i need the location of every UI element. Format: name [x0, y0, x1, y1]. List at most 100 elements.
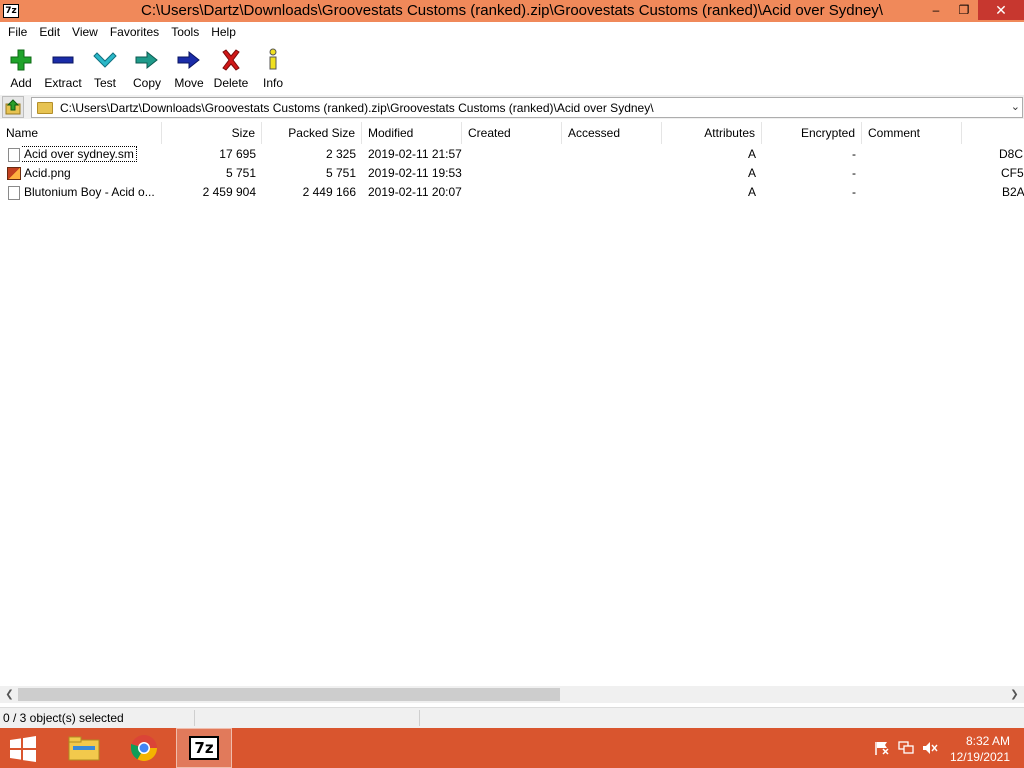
column-header: Name Size Packed Size Modified Created A…: [0, 122, 1024, 144]
file-encrypted: -: [852, 166, 856, 180]
address-bar: C:\Users\Dartz\Downloads\Groovestats Cus…: [0, 95, 1024, 119]
address-path: C:\Users\Dartz\Downloads\Groovestats Cus…: [60, 100, 654, 115]
volume-muted-icon[interactable]: [922, 741, 938, 755]
up-arrow-icon: [5, 99, 21, 115]
taskbar-file-explorer[interactable]: [56, 728, 112, 768]
table-row[interactable]: Acid over sydney.sm 17 695 2 325 2019-02…: [0, 145, 1024, 164]
taskbar-chrome[interactable]: [116, 728, 172, 768]
file-name: Acid over sydney.sm: [22, 146, 137, 162]
column-size[interactable]: Size: [162, 122, 262, 144]
document-icon: [8, 186, 20, 200]
menu-view[interactable]: View: [66, 22, 104, 42]
extract-icon: [52, 56, 74, 64]
window-title: C:\Users\Dartz\Downloads\Groovestats Cus…: [141, 2, 883, 19]
add-button[interactable]: Add: [0, 42, 42, 94]
copy-icon: [135, 50, 158, 70]
file-modified: 2019-02-11 20:07: [368, 185, 462, 199]
window-controls: – ❐ ✕: [922, 0, 1024, 20]
scroll-right-icon[interactable]: ❯: [1006, 686, 1023, 703]
file-attributes: A: [747, 185, 756, 199]
address-field[interactable]: C:\Users\Dartz\Downloads\Groovestats Cus…: [31, 97, 1023, 118]
info-button[interactable]: Info: [252, 42, 294, 94]
extract-button[interactable]: Extract: [42, 42, 84, 94]
column-attributes[interactable]: Attributes: [662, 122, 762, 144]
delete-icon: [222, 49, 240, 71]
title-bar: 7z C:\Users\Dartz\Downloads\Groovestats …: [0, 0, 1024, 22]
menu-file[interactable]: File: [2, 22, 33, 42]
extract-label: Extract: [44, 76, 82, 90]
up-folder-button[interactable]: [2, 96, 24, 118]
start-button[interactable]: [8, 736, 38, 762]
image-icon: [7, 167, 21, 180]
menu-bar: File Edit View Favorites Tools Help: [0, 22, 1024, 42]
table-row[interactable]: Acid.png 5 751 5 751 2019-02-11 19:53 A …: [0, 164, 1024, 183]
restore-button[interactable]: ❐: [950, 0, 978, 20]
file-explorer-icon: [68, 736, 100, 761]
test-icon: [93, 52, 117, 68]
file-size: 2 459 904: [202, 185, 256, 199]
move-icon: [177, 50, 200, 70]
file-crc: CF5: [1001, 166, 1024, 180]
clock-date: 12/19/2021: [949, 750, 1010, 764]
menu-tools[interactable]: Tools: [165, 22, 205, 42]
toolbar: Add Extract Test Copy Move Delete Info: [0, 42, 1024, 94]
horizontal-scrollbar[interactable]: ❮ ❯: [0, 686, 1024, 703]
chrome-icon: [130, 735, 158, 762]
file-modified: 2019-02-11 21:57: [368, 147, 462, 161]
delete-button[interactable]: Delete: [210, 42, 252, 94]
file-size: 17 695: [219, 147, 256, 161]
scrollbar-thumb[interactable]: [18, 688, 560, 701]
file-encrypted: -: [852, 185, 856, 199]
status-bar: 0 / 3 object(s) selected: [0, 707, 1024, 728]
file-crc: B2A: [1002, 185, 1024, 199]
status-text: 0 / 3 object(s) selected: [3, 711, 124, 725]
file-crc: D8C: [999, 147, 1024, 161]
test-button[interactable]: Test: [84, 42, 126, 94]
info-label: Info: [262, 76, 283, 90]
menu-favorites[interactable]: Favorites: [104, 22, 165, 42]
file-name: Acid.png: [24, 166, 71, 180]
menu-help[interactable]: Help: [205, 22, 242, 42]
column-comment[interactable]: Comment: [862, 122, 962, 144]
move-label: Move: [174, 76, 204, 90]
file-attributes: A: [747, 166, 756, 180]
close-button[interactable]: ✕: [978, 0, 1024, 20]
column-name[interactable]: Name: [0, 122, 162, 144]
7zip-icon: 7z: [189, 736, 219, 760]
file-size: 5 751: [225, 166, 256, 180]
column-created[interactable]: Created: [462, 122, 562, 144]
folder-icon: [37, 101, 53, 114]
copy-label: Copy: [132, 76, 161, 90]
file-packed-size: 5 751: [325, 166, 356, 180]
move-button[interactable]: Move: [168, 42, 210, 94]
status-divider: [419, 710, 420, 726]
column-packed-size[interactable]: Packed Size: [262, 122, 362, 144]
taskbar-clock[interactable]: 8:32 AM 12/19/2021: [950, 733, 1010, 765]
delete-label: Delete: [213, 76, 249, 90]
file-list[interactable]: Name Size Packed Size Modified Created A…: [0, 122, 1024, 686]
column-accessed[interactable]: Accessed: [562, 122, 662, 144]
scroll-left-icon[interactable]: ❮: [1, 686, 18, 703]
file-packed-size: 2 449 166: [302, 185, 356, 199]
add-label: Add: [10, 76, 32, 90]
clock-time: 8:32 AM: [965, 734, 1010, 748]
action-center-flag-icon[interactable]: [874, 741, 890, 755]
menu-edit[interactable]: Edit: [33, 22, 66, 42]
taskbar-7zip[interactable]: 7z: [176, 728, 232, 768]
document-icon: [8, 148, 20, 162]
status-divider: [194, 710, 195, 726]
column-encrypted[interactable]: Encrypted: [762, 122, 862, 144]
file-name: Blutonium Boy - Acid o...: [24, 185, 155, 199]
file-modified: 2019-02-11 19:53: [368, 166, 462, 180]
test-label: Test: [93, 76, 116, 90]
taskbar: 7z 8:32 AM 12/19/2021: [0, 728, 1024, 768]
minimize-button[interactable]: –: [922, 0, 950, 20]
column-modified[interactable]: Modified: [362, 122, 462, 144]
network-icon[interactable]: [898, 741, 914, 755]
file-attributes: A: [747, 147, 756, 161]
add-icon: [10, 49, 32, 71]
copy-button[interactable]: Copy: [126, 42, 168, 94]
table-row[interactable]: Blutonium Boy - Acid o... 2 459 904 2 44…: [0, 183, 1024, 202]
file-encrypted: -: [852, 147, 856, 161]
chevron-down-icon[interactable]: ⌄: [1011, 100, 1020, 113]
